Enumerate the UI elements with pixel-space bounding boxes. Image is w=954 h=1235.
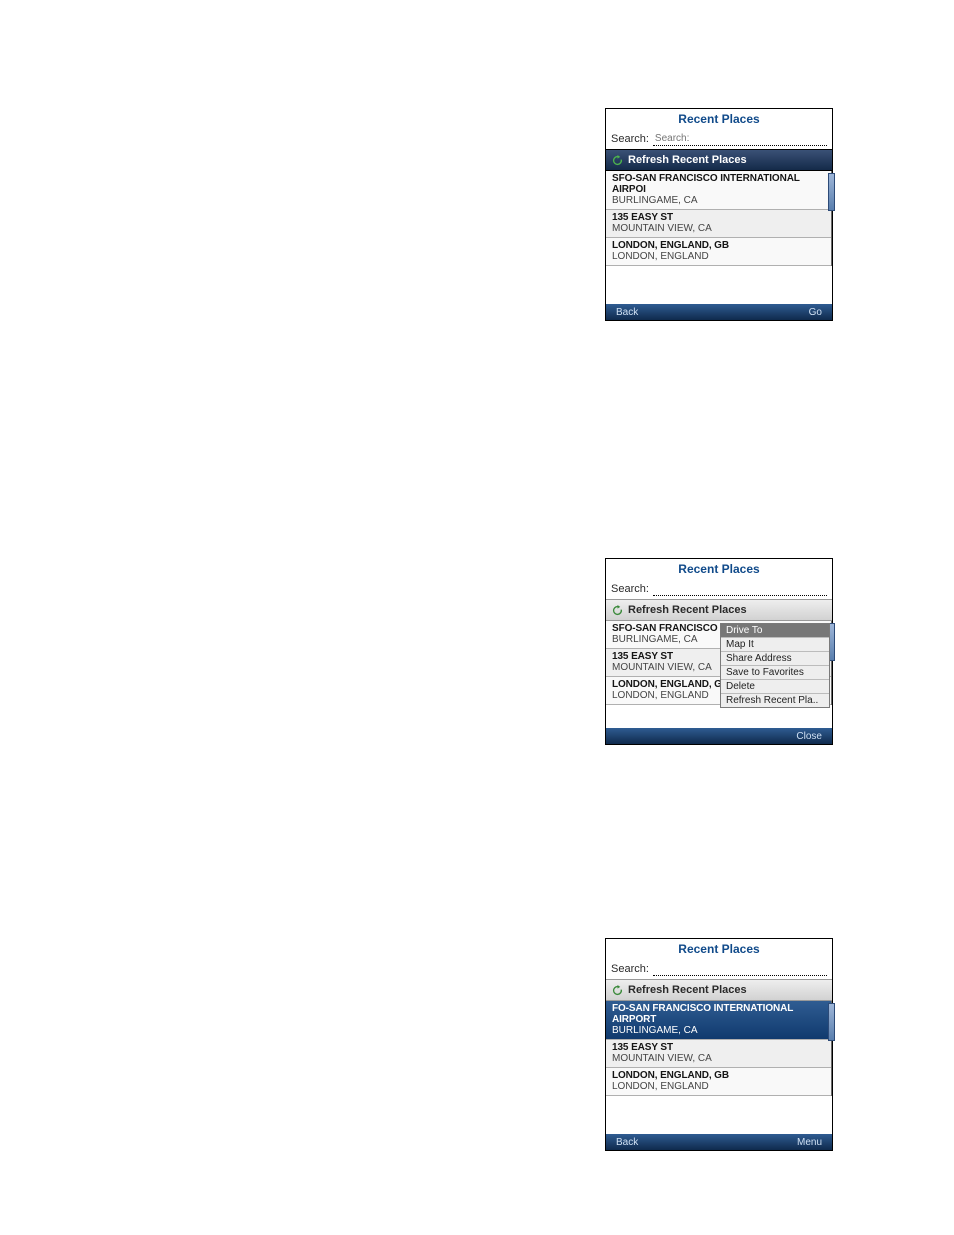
refresh-label: Refresh Recent Places — [628, 604, 747, 616]
scrollbar-thumb[interactable] — [828, 173, 835, 211]
list-item[interactable]: LONDON, ENGLAND, GB LONDON, ENGLAND — [606, 238, 831, 266]
search-row: Search: — [606, 579, 832, 599]
refresh-recent-places-button[interactable]: Refresh Recent Places — [606, 599, 832, 621]
place-subtitle: LONDON, ENGLAND — [612, 251, 825, 262]
place-title: 135 EASY ST — [612, 1042, 825, 1053]
bullet-group-3 — [155, 806, 595, 854]
search-label: Search: — [611, 963, 649, 975]
bullet — [173, 412, 595, 430]
page-title: Recent Places — [606, 559, 832, 579]
menu-item-drive-to[interactable]: Drive To — [721, 624, 829, 638]
list-item-selected[interactable]: FO-SAN FRANCISCO INTERNATIONAL AIRPORT B… — [606, 1001, 831, 1040]
search-input[interactable] — [653, 131, 827, 146]
menu-item-refresh-recent[interactable]: Refresh Recent Pla.. — [721, 694, 829, 707]
search-label: Search: — [611, 133, 649, 145]
list-item[interactable]: LONDON, ENGLAND, GB LONDON, ENGLAND — [606, 1068, 831, 1096]
close-button[interactable]: Close — [796, 731, 822, 742]
place-title: FO-SAN FRANCISCO INTERNATIONAL AIRPORT — [612, 1003, 825, 1025]
bullet — [173, 382, 595, 400]
scrollbar-thumb[interactable] — [828, 1003, 835, 1041]
list-item[interactable]: SFO-SAN FRANCISCO INTERNATIONAL AIRPOI B… — [606, 171, 831, 210]
menu-item-delete[interactable]: Delete — [721, 680, 829, 694]
back-button[interactable]: Back — [616, 307, 638, 318]
bullet — [173, 352, 595, 370]
bullet — [173, 666, 595, 684]
go-button[interactable]: Go — [809, 307, 822, 318]
search-label: Search: — [611, 583, 649, 595]
place-subtitle: MOUNTAIN VIEW, CA — [612, 1053, 825, 1064]
bullet — [173, 836, 595, 854]
refresh-recent-places-button[interactable]: Refresh Recent Places — [606, 149, 832, 171]
phone-screenshot-a: Recent Places Search: Refresh Recent Pla… — [605, 108, 833, 321]
phone-screenshot-b: Recent Places Search: Refresh Recent Pla… — [605, 558, 833, 745]
bullet-group-2 — [155, 636, 595, 782]
page-title: Recent Places — [606, 109, 832, 129]
page: Recent Places Search: Refresh Recent Pla… — [0, 0, 954, 1235]
place-subtitle: BURLINGAME, CA — [612, 195, 825, 206]
menu-item-share-address[interactable]: Share Address — [721, 652, 829, 666]
menu-item-save-favorites[interactable]: Save to Favorites — [721, 666, 829, 680]
place-subtitle: MOUNTAIN VIEW, CA — [612, 223, 825, 234]
phone-screenshot-c: Recent Places Search: Refresh Recent Pla… — [605, 938, 833, 1151]
search-input[interactable] — [653, 961, 827, 976]
left-text-column — [155, 310, 595, 878]
bullet-group-1 — [155, 322, 595, 430]
list-item[interactable]: 135 EASY ST MOUNTAIN VIEW, CA — [606, 210, 831, 238]
bullet — [173, 806, 595, 824]
recent-places-list: FO-SAN FRANCISCO INTERNATIONAL AIRPORT B… — [606, 1001, 832, 1096]
softkey-bar: Back Go — [606, 304, 832, 320]
bullet — [173, 636, 595, 654]
recent-places-list: SFO-SAN FRANCISCO INTERNATIONAL AIRPOI B… — [606, 171, 832, 266]
list-item[interactable]: 135 EASY ST MOUNTAIN VIEW, CA — [606, 1040, 831, 1068]
back-button[interactable]: Back — [616, 1137, 638, 1148]
search-row: Search: — [606, 959, 832, 979]
place-title: LONDON, ENGLAND, GB — [612, 240, 825, 251]
context-menu: Drive To Map It Share Address Save to Fa… — [720, 623, 830, 708]
refresh-recent-places-button[interactable]: Refresh Recent Places — [606, 979, 832, 1001]
softkey-bar: Close — [606, 728, 832, 744]
menu-item-map-it[interactable]: Map It — [721, 638, 829, 652]
refresh-icon — [612, 605, 623, 616]
bullet — [173, 322, 595, 340]
search-row: Search: — [606, 129, 832, 149]
refresh-label: Refresh Recent Places — [628, 984, 747, 996]
search-input[interactable] — [653, 581, 827, 596]
place-title: SFO-SAN FRANCISCO INTERNATIONAL AIRPOI — [612, 173, 825, 195]
page-title: Recent Places — [606, 939, 832, 959]
place-subtitle: LONDON, ENGLAND — [612, 1081, 825, 1092]
place-title: 135 EASY ST — [612, 212, 825, 223]
place-subtitle: BURLINGAME, CA — [612, 1025, 825, 1036]
menu-button[interactable]: Menu — [797, 1137, 822, 1148]
bullet — [173, 696, 595, 714]
refresh-icon — [612, 985, 623, 996]
refresh-label: Refresh Recent Places — [628, 154, 747, 166]
place-title: LONDON, ENGLAND, GB — [612, 1070, 825, 1081]
refresh-icon — [612, 155, 623, 166]
bullet — [173, 764, 595, 782]
softkey-bar: Back Menu — [606, 1134, 832, 1150]
